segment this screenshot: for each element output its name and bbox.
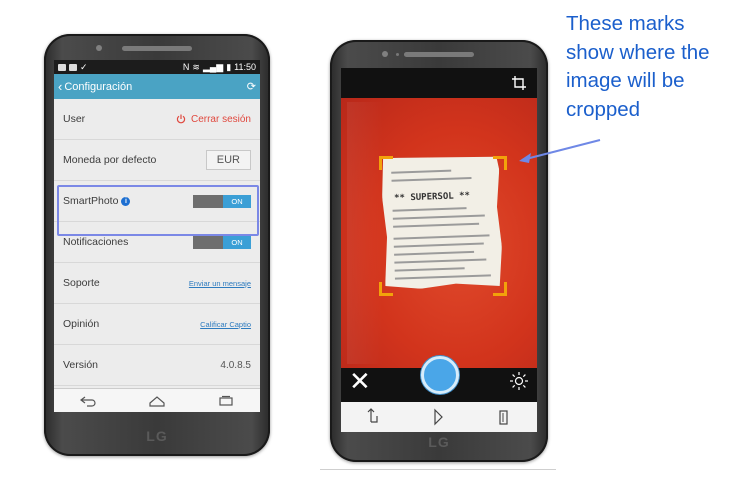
- lg-logo: LG: [428, 434, 450, 450]
- receipt-text-line: [393, 207, 467, 212]
- toggle-on-label: ON: [223, 235, 251, 249]
- close-icon[interactable]: ✕: [349, 368, 371, 394]
- divider-line: [320, 469, 556, 470]
- receipt-text-line: [394, 251, 474, 256]
- front-camera-icon: [96, 45, 102, 51]
- currency-label: Moneda por defecto: [63, 154, 157, 166]
- surface-reflection: [347, 102, 383, 364]
- receipt-text-line: [394, 243, 484, 248]
- power-icon: [176, 114, 186, 124]
- check-icon: ✓: [80, 61, 88, 72]
- user-label: User: [63, 113, 86, 125]
- phone-settings: ✓ N ≋ ▂▄▆ ▮ 11:50 ‹ Configuración ⟳ User…: [44, 34, 270, 456]
- crop-corner-top-left[interactable]: [379, 156, 393, 170]
- receipt-image: ** SUPERSOL **: [381, 154, 504, 290]
- notifications-label: Notificaciones: [63, 236, 129, 248]
- sensor-dot: [396, 53, 399, 56]
- page-title: Configuración: [64, 80, 133, 93]
- receipt-text-line: [395, 274, 491, 279]
- crop-corner-bottom-right[interactable]: [493, 282, 507, 296]
- recent-apps-icon[interactable]: [497, 408, 511, 426]
- row-opinion: Opinión Calificar Captio: [54, 304, 260, 345]
- row-version: Versión 4.0.8.5: [54, 345, 260, 386]
- currency-selector[interactable]: EUR: [205, 150, 251, 170]
- phone-earpiece: [330, 46, 548, 66]
- crop-icon[interactable]: [511, 75, 527, 91]
- nfc-icon: N: [182, 62, 190, 72]
- status-bar: ✓ N ≋ ▂▄▆ ▮ 11:50: [54, 60, 260, 74]
- wifi-icon: ≋: [192, 61, 200, 72]
- home-icon[interactable]: [148, 395, 166, 407]
- receipt-text-line: [393, 215, 485, 220]
- back-chevron-icon[interactable]: ‹: [58, 79, 62, 94]
- camera-top-bar: [341, 68, 537, 98]
- home-icon[interactable]: [432, 408, 446, 426]
- shutter-button[interactable]: [421, 356, 459, 394]
- support-label: Soporte: [63, 277, 100, 289]
- rate-app-link[interactable]: Calificar Captio: [200, 320, 251, 329]
- receipt-text-line: [391, 170, 451, 174]
- receipt-text-line: [394, 234, 490, 239]
- status-time: 11:50: [234, 62, 256, 72]
- battery-icon: ▮: [226, 61, 232, 72]
- logout-button[interactable]: Cerrar sesión: [176, 114, 251, 125]
- crop-corner-bottom-left[interactable]: [379, 282, 393, 296]
- phone-earpiece: [44, 40, 270, 60]
- camera-screen: ** SUPERSOL ** ✕: [341, 68, 537, 432]
- speaker-grille: [122, 46, 192, 51]
- speaker-grille: [404, 52, 474, 57]
- front-camera-icon: [382, 51, 388, 57]
- receipt-text-line: [391, 177, 471, 182]
- toggle-track: [193, 235, 223, 249]
- signal-icon: ▂▄▆: [202, 61, 224, 72]
- receipt-shop-name: ** SUPERSOL **: [393, 191, 471, 204]
- back-icon[interactable]: [367, 408, 381, 426]
- notification-icon: [58, 63, 66, 71]
- notifications-toggle[interactable]: ON: [193, 235, 251, 249]
- brightness-icon[interactable]: [509, 371, 529, 391]
- version-value: 4.0.8.5: [220, 359, 251, 371]
- version-label: Versión: [63, 359, 99, 371]
- receipt-text-line: [393, 223, 479, 228]
- sync-icon[interactable]: ⟳: [247, 80, 256, 93]
- settings-screen: ✓ N ≋ ▂▄▆ ▮ 11:50 ‹ Configuración ⟳ User…: [54, 60, 260, 412]
- recent-apps-icon[interactable]: [217, 395, 235, 407]
- back-icon[interactable]: [79, 395, 97, 407]
- receipt-text-line: [395, 267, 465, 271]
- annotation-text: These marks show where the image will be…: [566, 12, 710, 121]
- camera-controls: ✕: [341, 356, 537, 396]
- lg-logo: LG: [146, 428, 168, 444]
- phone-camera: ** SUPERSOL ** ✕ LG: [330, 40, 548, 462]
- smartphoto-highlight-box: [57, 185, 259, 236]
- row-user: User Cerrar sesión: [54, 99, 260, 140]
- crop-corner-top-right[interactable]: [493, 156, 507, 170]
- app-bar: ‹ Configuración ⟳: [54, 74, 260, 99]
- gallery-icon: [69, 63, 77, 71]
- row-support: Soporte Enviar un mensaje: [54, 263, 260, 304]
- opinion-label: Opinión: [63, 318, 100, 330]
- row-currency: Moneda por defecto EUR: [54, 140, 260, 181]
- system-nav-bar: [341, 402, 537, 432]
- notifications-toggle-wrap: ON: [193, 235, 251, 249]
- logout-label: Cerrar sesión: [190, 113, 251, 125]
- system-nav-bar: [54, 388, 260, 412]
- receipt-text-line: [394, 258, 486, 263]
- camera-viewfinder[interactable]: ** SUPERSOL **: [341, 98, 537, 368]
- send-message-link[interactable]: Enviar un mensaje: [189, 279, 251, 288]
